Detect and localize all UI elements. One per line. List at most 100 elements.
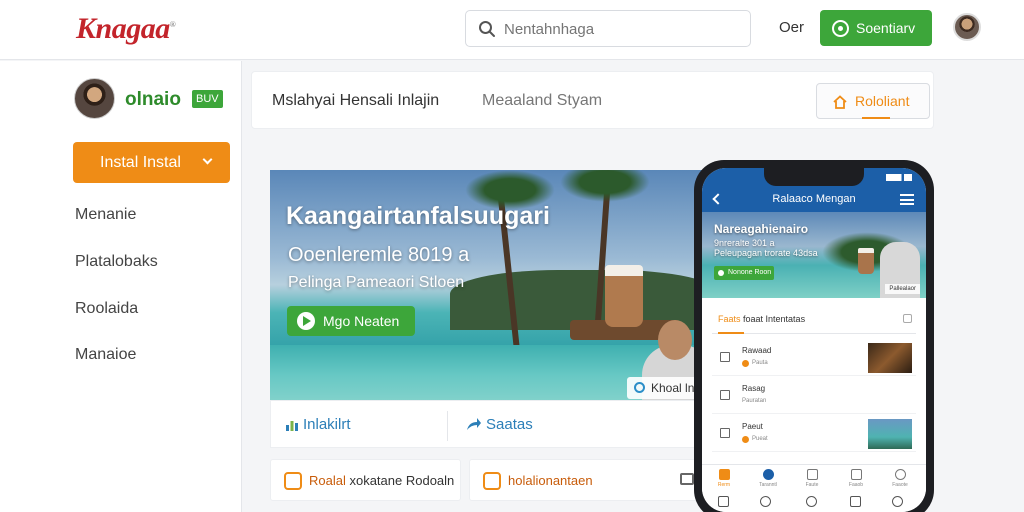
rating-dot bbox=[742, 360, 749, 367]
phone-section-header: Faats foaat Intentatas bbox=[712, 306, 916, 334]
header-link[interactable]: Oer bbox=[779, 19, 804, 36]
phone-hero[interactable]: Nareagahienairo 9nreralte 301 a Peleupaga… bbox=[702, 212, 926, 298]
list-icon bbox=[720, 390, 730, 400]
hamburger-menu-icon[interactable] bbox=[900, 194, 914, 205]
tab-primary[interactable]: Mslahyai Hensali Inlajin bbox=[272, 92, 439, 110]
bar-chart-icon bbox=[286, 421, 298, 431]
bottom-card-1[interactable]: Roalal xokatane Rodoaln bbox=[270, 459, 461, 501]
location-chip-label: Khoal ln bbox=[651, 381, 695, 395]
home-icon bbox=[833, 95, 847, 109]
sidebar: olnaio BUV Instal Instal Menanie Platalo… bbox=[0, 61, 242, 512]
coffee-cup bbox=[858, 248, 874, 274]
heart-icon[interactable] bbox=[760, 496, 771, 507]
phone-row-title: Paeut bbox=[742, 422, 763, 431]
list-icon bbox=[720, 352, 730, 362]
hero-banner[interactable]: Kaangairtanfalsuugari Ooenleremle 8019 a… bbox=[270, 170, 710, 400]
brand-logo[interactable]: Knagaa® bbox=[76, 12, 176, 46]
action-underline bbox=[862, 117, 890, 119]
phone-list-item[interactable]: Paeut Pueat bbox=[712, 416, 916, 452]
phone-tab-3[interactable]: Faute bbox=[792, 469, 832, 488]
divider bbox=[447, 411, 448, 441]
phone-hero-title: Nareagahienairo bbox=[714, 222, 809, 236]
header-cta-label: Soentiarv bbox=[856, 20, 916, 36]
signal-icon bbox=[886, 174, 912, 181]
hero-action-bar: Inlakilrt Saatas bbox=[270, 400, 710, 448]
hero-cta-button[interactable]: Mgo Neaten bbox=[287, 306, 415, 336]
tab-icon bbox=[718, 469, 730, 480]
phone-row-title: Rawaad bbox=[742, 346, 772, 355]
play-icon[interactable] bbox=[806, 496, 817, 507]
home-action-button[interactable]: Rololiant bbox=[816, 83, 930, 119]
phone-list-item[interactable]: Rasag Pauratan bbox=[712, 378, 916, 414]
phone-tab-5[interactable]: Faaote bbox=[880, 469, 920, 488]
hero-cta-label: Mgo Neaten bbox=[323, 313, 400, 329]
phone-tab-4[interactable]: Faaob bbox=[836, 469, 876, 488]
phone-status-bar bbox=[702, 168, 926, 188]
phone-screen: Ralaaco Mengan Nareagahienairo 9nreralte… bbox=[702, 168, 926, 512]
action-link-2-label: Saatas bbox=[486, 416, 533, 433]
row-thumbnail bbox=[868, 419, 912, 449]
sidebar-item-4[interactable]: Manaioe bbox=[75, 346, 136, 364]
phone-row-sub: Pueat bbox=[752, 436, 768, 442]
sidebar-item-1[interactable]: Menanie bbox=[75, 206, 136, 224]
location-chip[interactable]: Khoal ln bbox=[627, 377, 703, 399]
location-pin-icon bbox=[634, 382, 645, 393]
phone-row-sub: Pauratan bbox=[742, 398, 767, 404]
circle-dot-icon bbox=[832, 19, 849, 37]
action-link-2[interactable]: Saatas bbox=[466, 416, 533, 433]
hero-subtitle: Ooenleremle 8019 a bbox=[288, 244, 470, 266]
install-button[interactable]: Instal Instal bbox=[73, 142, 230, 183]
search-input[interactable] bbox=[504, 17, 744, 41]
tab-icon bbox=[762, 469, 774, 480]
hero-subtitle-2: Pelinga Pameaori Stloen bbox=[288, 274, 465, 291]
hero-title: Kaangairtanfalsuugari bbox=[286, 202, 550, 230]
phone-mockup: Ralaaco Mengan Nareagahienairo 9nreralte… bbox=[694, 160, 934, 512]
phone-row-sub: Pauta bbox=[752, 360, 768, 366]
phone-notch bbox=[764, 168, 864, 186]
phone-hero-subtitle: 9nreralte 301 a Peleupagan trorate 43dsa bbox=[714, 238, 818, 258]
sidebar-item-2[interactable]: Platalobaks bbox=[75, 253, 158, 271]
section-underline bbox=[718, 332, 744, 334]
square-icon[interactable] bbox=[903, 314, 912, 323]
card-icon bbox=[284, 472, 302, 490]
window-icon[interactable] bbox=[680, 473, 694, 485]
row-thumbnail bbox=[868, 343, 912, 373]
palm-leaves bbox=[560, 170, 650, 202]
phone-nav-bar bbox=[702, 492, 926, 512]
phone-row-title: Rasag bbox=[742, 384, 766, 393]
person-face bbox=[658, 320, 692, 360]
profile-avatar[interactable] bbox=[74, 78, 115, 119]
action-link-1[interactable]: Inlakilrt bbox=[285, 416, 351, 433]
phone-tab-2[interactable]: Taranntl bbox=[748, 469, 788, 488]
install-label: Instal Instal bbox=[100, 153, 181, 171]
tab-secondary[interactable]: Meaaland Styam bbox=[482, 92, 602, 110]
download-icon[interactable] bbox=[850, 496, 861, 507]
bottom-card-2[interactable]: holalionantaen bbox=[469, 459, 710, 501]
phone-tab-1[interactable]: Rerm bbox=[704, 469, 744, 488]
phone-app-bar: Ralaaco Mengan bbox=[702, 188, 926, 212]
phone-tab-bar: Rerm Taranntl Faute Faaob Faaote bbox=[702, 464, 926, 492]
home-action-label: Rololiant bbox=[855, 93, 910, 109]
phone-hero-button[interactable]: Nonone Roon bbox=[714, 266, 774, 280]
top-header: Knagaa® Oer Soentiarv bbox=[0, 0, 1024, 60]
phone-hero-chip[interactable]: Pallealaor bbox=[885, 284, 920, 294]
action-link-1-label: Inlakilrt bbox=[303, 416, 351, 433]
sidebar-item-3[interactable]: Roolaida bbox=[75, 300, 138, 318]
share-arrow-icon bbox=[467, 418, 481, 430]
header-cta-button[interactable]: Soentiarv bbox=[820, 10, 932, 46]
phone-list-item[interactable]: Rawaad Pauta bbox=[712, 340, 916, 376]
card-icon bbox=[483, 472, 501, 490]
phone-app-title: Ralaaco Mengan bbox=[772, 193, 856, 205]
search-box[interactable] bbox=[465, 10, 751, 47]
chevron-down-icon bbox=[202, 154, 213, 165]
coffee-cup bbox=[605, 265, 643, 327]
play-icon bbox=[297, 312, 315, 330]
home-icon[interactable] bbox=[718, 496, 729, 507]
tab-icon bbox=[850, 469, 862, 480]
user-icon[interactable] bbox=[892, 496, 903, 507]
user-avatar[interactable] bbox=[953, 13, 981, 41]
main-tabbar: Mslahyai Hensali Inlajin Meaaland Styam … bbox=[251, 71, 934, 129]
search-icon[interactable] bbox=[478, 20, 496, 38]
profile-name: olnaio bbox=[125, 89, 181, 110]
bottom-card-1-label: Roalal xokatane Rodoaln bbox=[309, 473, 455, 488]
